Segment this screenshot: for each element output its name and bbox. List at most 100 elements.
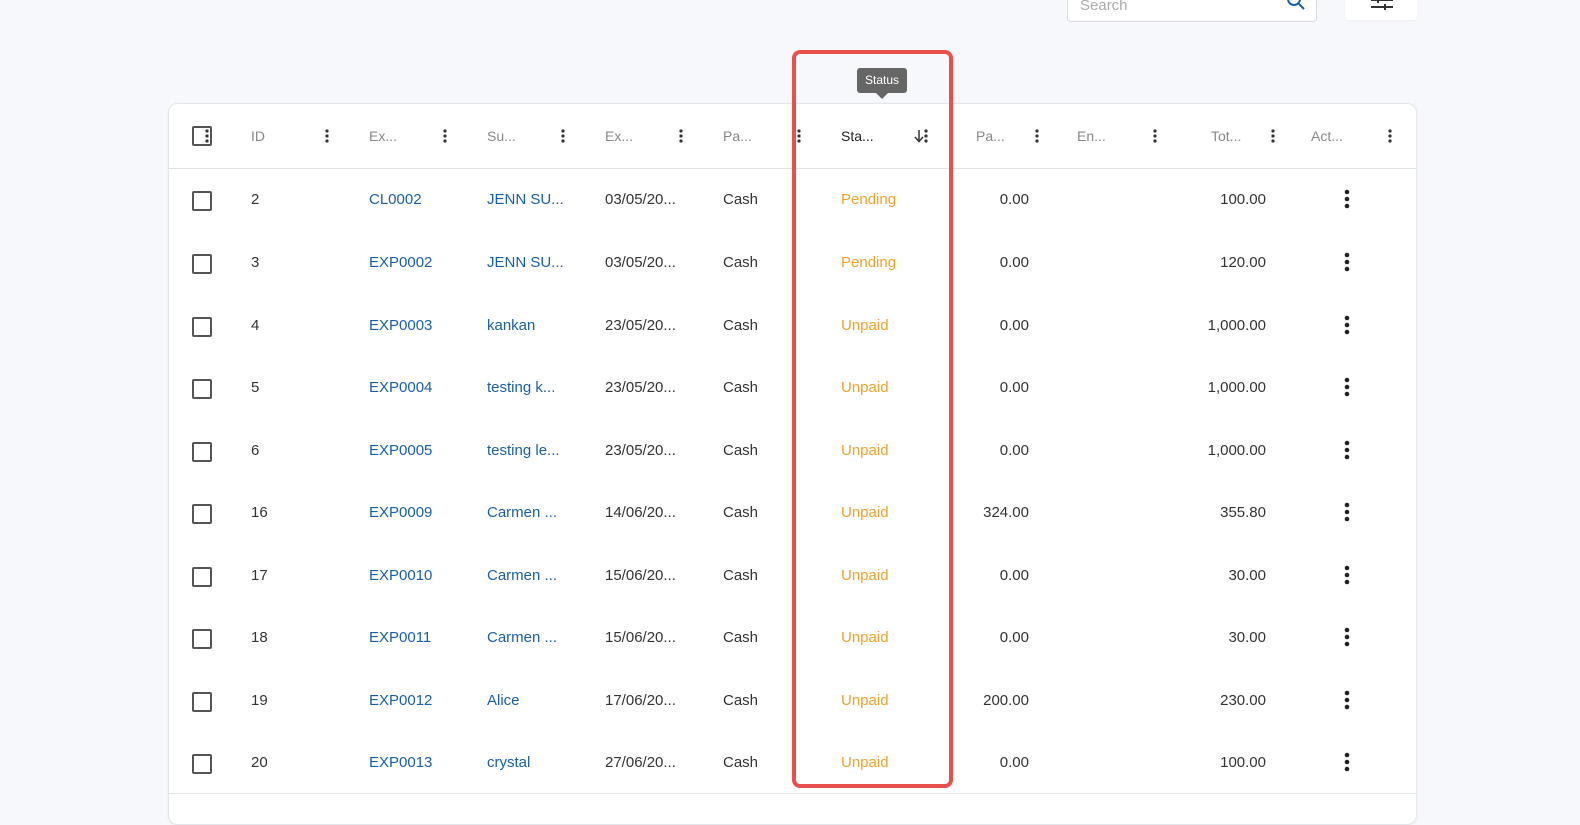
column-tooltip: Status	[857, 68, 907, 99]
search-box[interactable]	[1067, 0, 1317, 22]
table-header: ID Ex... Su... Ex... Pa... Sta... Pa...	[169, 104, 1416, 169]
column-menu-icon[interactable]	[924, 129, 928, 148]
column-header-expense-date[interactable]: Ex...	[605, 104, 723, 168]
sort-descending-icon[interactable]	[914, 129, 924, 148]
select-all-checkbox[interactable]	[192, 126, 212, 146]
column-header-expense-no[interactable]: Ex...	[369, 104, 487, 168]
row-checkbox[interactable]	[192, 317, 212, 337]
column-header-actions[interactable]: Act...	[1311, 104, 1416, 168]
cell-payment: Cash	[723, 191, 759, 208]
column-header-label: Tot...	[1211, 128, 1242, 144]
select-column-menu-icon[interactable]	[205, 129, 209, 148]
cell-expense-no-link[interactable]: EXP0013	[369, 731, 432, 794]
column-header-total[interactable]: Tot...	[1209, 104, 1327, 168]
row-actions-menu-icon[interactable]	[1344, 252, 1350, 277]
row-checkbox[interactable]	[192, 692, 212, 712]
row-actions-menu-icon[interactable]	[1344, 189, 1350, 214]
cell-date: 03/05/20...	[605, 254, 676, 271]
cell-expense-no-link[interactable]: EXP0004	[369, 356, 432, 419]
cell-supplier-link[interactable]: testing k...	[487, 356, 555, 419]
cell-expense-no-link[interactable]: EXP0010	[369, 544, 432, 607]
search-icon[interactable]	[1286, 0, 1306, 11]
row-checkbox[interactable]	[192, 629, 212, 649]
cell-supplier-link[interactable]: kankan	[487, 294, 535, 357]
column-menu-icon[interactable]	[1271, 129, 1275, 148]
cell-paid: 0.00	[999, 442, 1029, 459]
cell-expense-no-link[interactable]: EXP0005	[369, 419, 432, 482]
column-menu-icon[interactable]	[325, 129, 329, 148]
filter-button[interactable]	[1345, 0, 1417, 20]
row-checkbox[interactable]	[192, 379, 212, 399]
cell-supplier-link[interactable]: crystal	[487, 731, 530, 794]
row-actions-menu-icon[interactable]	[1344, 502, 1350, 527]
cell-supplier-link[interactable]: JENN SU...	[487, 168, 564, 231]
cell-expense-no-link[interactable]: CL0002	[369, 168, 422, 231]
cell-supplier-link[interactable]: Carmen ...	[487, 606, 557, 669]
table-row[interactable]: 20 EXP0013 crystal 27/06/20... Cash Unpa…	[169, 731, 1416, 794]
column-header-supplier[interactable]: Su...	[487, 104, 605, 168]
cell-supplier-link[interactable]: Carmen ...	[487, 544, 557, 607]
column-menu-icon[interactable]	[1035, 129, 1039, 148]
row-checkbox[interactable]	[192, 191, 212, 211]
column-header-payment[interactable]: Pa...	[723, 104, 841, 168]
table-row[interactable]: 19 EXP0012 Alice 17/06/20... Cash Unpaid…	[169, 669, 1416, 732]
cell-expense-no-link[interactable]: EXP0011	[369, 606, 431, 669]
cell-total: 1,000.00	[1207, 317, 1266, 334]
column-menu-icon[interactable]	[561, 129, 565, 148]
cell-paid: 0.00	[999, 629, 1029, 646]
cell-supplier-link[interactable]: Alice	[487, 669, 520, 732]
cell-id: 16	[251, 504, 268, 521]
table-row[interactable]: 16 EXP0009 Carmen ... 14/06/20... Cash U…	[169, 481, 1416, 544]
cell-expense-no-link[interactable]: EXP0009	[369, 481, 432, 544]
cell-paid: 0.00	[999, 754, 1029, 771]
cell-expense-no-link[interactable]: EXP0003	[369, 294, 432, 357]
table-row[interactable]: 18 EXP0011 Carmen ... 15/06/20... Cash U…	[169, 606, 1416, 669]
cell-status: Pending	[841, 191, 897, 208]
cell-supplier-link[interactable]: JENN SU...	[487, 231, 564, 294]
column-header-label: Pa...	[976, 128, 1005, 144]
cell-id: 6	[251, 442, 260, 459]
column-header-entity[interactable]: En...	[1077, 104, 1195, 168]
row-actions-menu-icon[interactable]	[1344, 440, 1350, 465]
table-row[interactable]: 17 EXP0010 Carmen ... 15/06/20... Cash U…	[169, 544, 1416, 607]
cell-total: 100.00	[1220, 191, 1266, 208]
row-checkbox[interactable]	[192, 567, 212, 587]
cell-total: 30.00	[1228, 629, 1266, 646]
table-row[interactable]: 2 CL0002 JENN SU... 03/05/20... Cash Pen…	[169, 168, 1416, 231]
table-row[interactable]: 6 EXP0005 testing le... 23/05/20... Cash…	[169, 419, 1416, 482]
table-row[interactable]: 4 EXP0003 kankan 23/05/20... Cash Unpaid…	[169, 294, 1416, 357]
column-menu-icon[interactable]	[679, 129, 683, 148]
table-row[interactable]: 5 EXP0004 testing k... 23/05/20... Cash …	[169, 356, 1416, 419]
column-header-label: Act...	[1311, 128, 1343, 144]
row-actions-menu-icon[interactable]	[1344, 627, 1350, 652]
column-menu-icon[interactable]	[443, 129, 447, 148]
cell-expense-no-link[interactable]: EXP0002	[369, 231, 432, 294]
search-input[interactable]	[1078, 0, 1272, 19]
cell-supplier-link[interactable]: Carmen ...	[487, 481, 557, 544]
row-actions-menu-icon[interactable]	[1344, 565, 1350, 590]
row-actions-menu-icon[interactable]	[1344, 690, 1350, 715]
cell-date: 23/05/20...	[605, 317, 676, 334]
cell-supplier-link[interactable]: testing le...	[487, 419, 560, 482]
row-checkbox[interactable]	[192, 754, 212, 774]
row-actions-menu-icon[interactable]	[1344, 752, 1350, 777]
column-header-status[interactable]: Sta...	[841, 104, 959, 168]
row-checkbox[interactable]	[192, 504, 212, 524]
row-checkbox[interactable]	[192, 254, 212, 274]
column-header-label: Ex...	[605, 128, 634, 144]
row-actions-menu-icon[interactable]	[1344, 377, 1350, 402]
column-menu-icon[interactable]	[797, 129, 801, 148]
table-row[interactable]: 3 EXP0002 JENN SU... 03/05/20... Cash Pe…	[169, 231, 1416, 294]
cell-date: 27/06/20...	[605, 754, 676, 771]
cell-payment: Cash	[723, 692, 759, 709]
column-header-id[interactable]: ID	[251, 104, 369, 168]
cell-payment: Cash	[723, 254, 759, 271]
row-actions-menu-icon[interactable]	[1344, 315, 1350, 340]
row-checkbox[interactable]	[192, 442, 212, 462]
cell-status: Unpaid	[841, 692, 889, 709]
column-menu-icon[interactable]	[1388, 129, 1392, 148]
cell-total: 230.00	[1220, 692, 1266, 709]
cell-expense-no-link[interactable]: EXP0012	[369, 669, 432, 732]
column-menu-icon[interactable]	[1153, 129, 1157, 148]
column-header-label: ID	[251, 128, 265, 144]
